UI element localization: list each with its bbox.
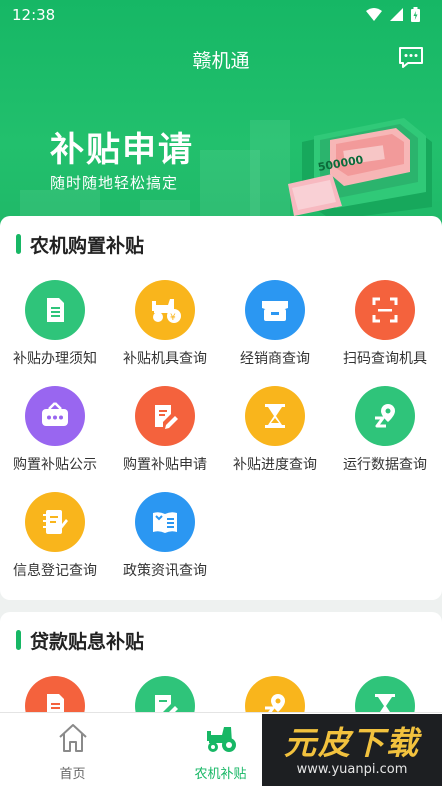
item-label: 运行数据查询 [343,457,427,473]
watermark-text: 元皮下载 [283,724,420,762]
scan-icon [355,280,415,340]
section-header: 农机购置补贴 [16,232,145,257]
hourglass-icon [245,386,305,446]
tab-home[interactable]: 首页 [0,713,145,786]
watermark-url: www.yuanpi.com [296,762,408,777]
money-machine-illustration: 500000 [288,118,432,220]
tab-label: 首页 [59,767,86,782]
message-icon [399,47,423,68]
section-title: 贷款贴息补贴 [30,630,145,653]
store-icon [245,280,305,340]
book-icon [135,492,195,552]
grid-item-policy-news[interactable]: 政策资讯查询 [110,490,220,596]
item-label: 购置补贴申请 [123,457,207,473]
grid-item-scan-query[interactable]: 扫码查询机具 [330,278,440,384]
header-banner: 12:38 赣机通 补贴申请 随时随地轻松搞定 500000 [0,0,442,240]
grid-item-info-register[interactable]: 信息登记查询 [0,490,110,596]
status-bar: 12:38 [0,0,442,30]
item-label: 政策资讯查询 [123,563,207,579]
grid-item-machine-query[interactable]: ¥ 补贴机具查询 [110,278,220,384]
grid-item-subsidy-apply[interactable]: 购置补贴申请 [110,384,220,490]
section-header: 贷款贴息补贴 [16,628,145,653]
item-label: 补贴进度查询 [233,457,317,473]
message-button[interactable] [398,46,424,70]
section-accent-bar [16,234,21,254]
tractor-icon: ¥ [135,280,195,340]
section-card-loan-subsidy: 贷款贴息补贴 [0,612,442,722]
item-label: 经销商查询 [240,351,310,367]
section-accent-bar [16,630,21,650]
wifi-icon [366,8,382,21]
location-route-icon [355,386,415,446]
notebook-icon [25,492,85,552]
app-title: 赣机通 [192,50,250,72]
banner-title: 补贴申请 [50,130,194,170]
edit-form-icon [135,386,195,446]
grid-item-dealer-query[interactable]: 经销商查询 [220,278,330,384]
grid-item-subsidy-guide[interactable]: 补贴办理须知 [0,278,110,384]
grid-item-operation-data[interactable]: 运行数据查询 [330,384,440,490]
watermark-logo: 元皮下载 www.yuanpi.com [262,714,442,786]
item-label: 补贴办理须知 [13,351,97,367]
grid-item-subsidy-notice[interactable]: 购置补贴公示 [0,384,110,490]
grid-item-progress-query[interactable]: 补贴进度查询 [220,384,330,490]
item-label: 信息登记查询 [13,563,97,579]
home-icon [59,724,87,752]
signal-icon [390,8,403,21]
section-card-purchase-subsidy: 农机购置补贴 补贴办理须知 ¥ 补贴机具查询 经销商查询 扫码查询机具 购置补贴… [0,216,442,600]
tractor-icon [207,727,236,752]
item-label: 购置补贴公示 [13,457,97,473]
notice-board-icon [25,386,85,446]
status-time: 12:38 [12,6,56,24]
banner-subtitle: 随时随地轻松搞定 [50,174,179,192]
document-icon [25,280,85,340]
battery-icon [411,7,420,22]
section-title: 农机购置补贴 [30,234,145,257]
item-label: 补贴机具查询 [123,351,207,367]
item-label: 扫码查询机具 [343,351,427,367]
svg-text:¥: ¥ [170,313,176,323]
